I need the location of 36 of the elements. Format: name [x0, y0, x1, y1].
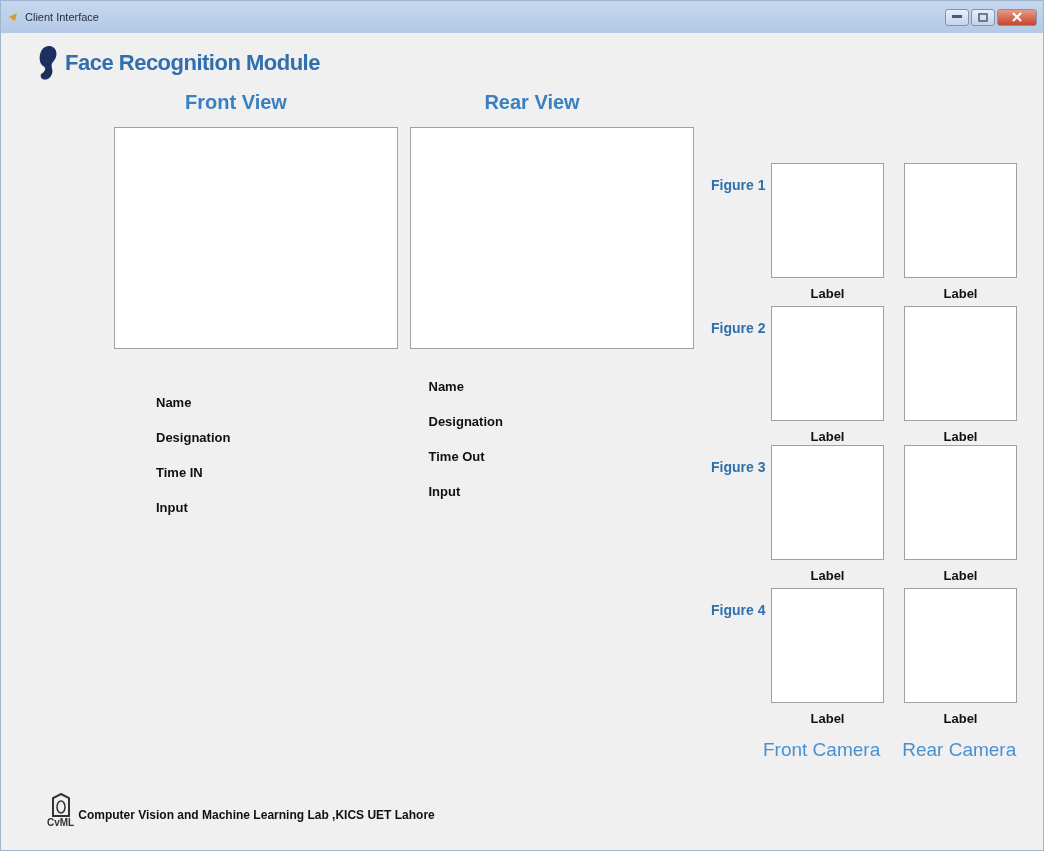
figure-caption: Label — [943, 711, 978, 728]
minimize-button[interactable] — [945, 8, 969, 26]
field-label: Input — [156, 500, 189, 515]
field-label: Designation — [156, 430, 232, 445]
field-label: Time IN — [156, 465, 204, 480]
figure-caption: Label — [943, 429, 978, 446]
figure-label: Figure 2 — [710, 319, 767, 336]
view-title: Rear View — [484, 91, 580, 115]
close-icon — [1012, 12, 1022, 22]
field-label: Time Out — [428, 449, 486, 464]
maximize-icon — [978, 12, 988, 22]
figure-label: Figure 1 — [710, 176, 767, 193]
lab-credit: Computer Vision and Machine Learning Lab ,KICS UET Lahore — [78, 807, 435, 822]
view-title: Front View — [185, 91, 287, 115]
figure-caption: Label — [810, 429, 845, 446]
figure-caption: Label — [810, 711, 845, 728]
field-label: Designation — [428, 414, 504, 429]
window-title: Client Interface — [25, 11, 99, 23]
field-label: Name — [156, 395, 193, 410]
maximize-button[interactable] — [971, 8, 995, 26]
field-label: Input — [428, 484, 462, 499]
camera-button[interactable]: Front Camera — [763, 739, 881, 761]
logo-text: CvML — [47, 817, 75, 828]
minimize-icon — [952, 15, 962, 19]
field-label: Name — [428, 379, 465, 394]
camera-button[interactable]: Rear Camera — [902, 739, 1017, 761]
module-title: Face Recognition Module — [65, 50, 320, 76]
figure-caption: Label — [943, 286, 978, 303]
figure-label: Figure 4 — [710, 601, 767, 618]
shield-icon — [51, 793, 70, 817]
app-icon — [7, 11, 19, 23]
figure-label: Figure 3 — [710, 458, 767, 475]
figure-caption: Label — [810, 286, 845, 303]
figure-caption: Label — [810, 568, 845, 585]
close-button[interactable] — [997, 8, 1037, 26]
figure-caption: Label — [943, 568, 978, 585]
